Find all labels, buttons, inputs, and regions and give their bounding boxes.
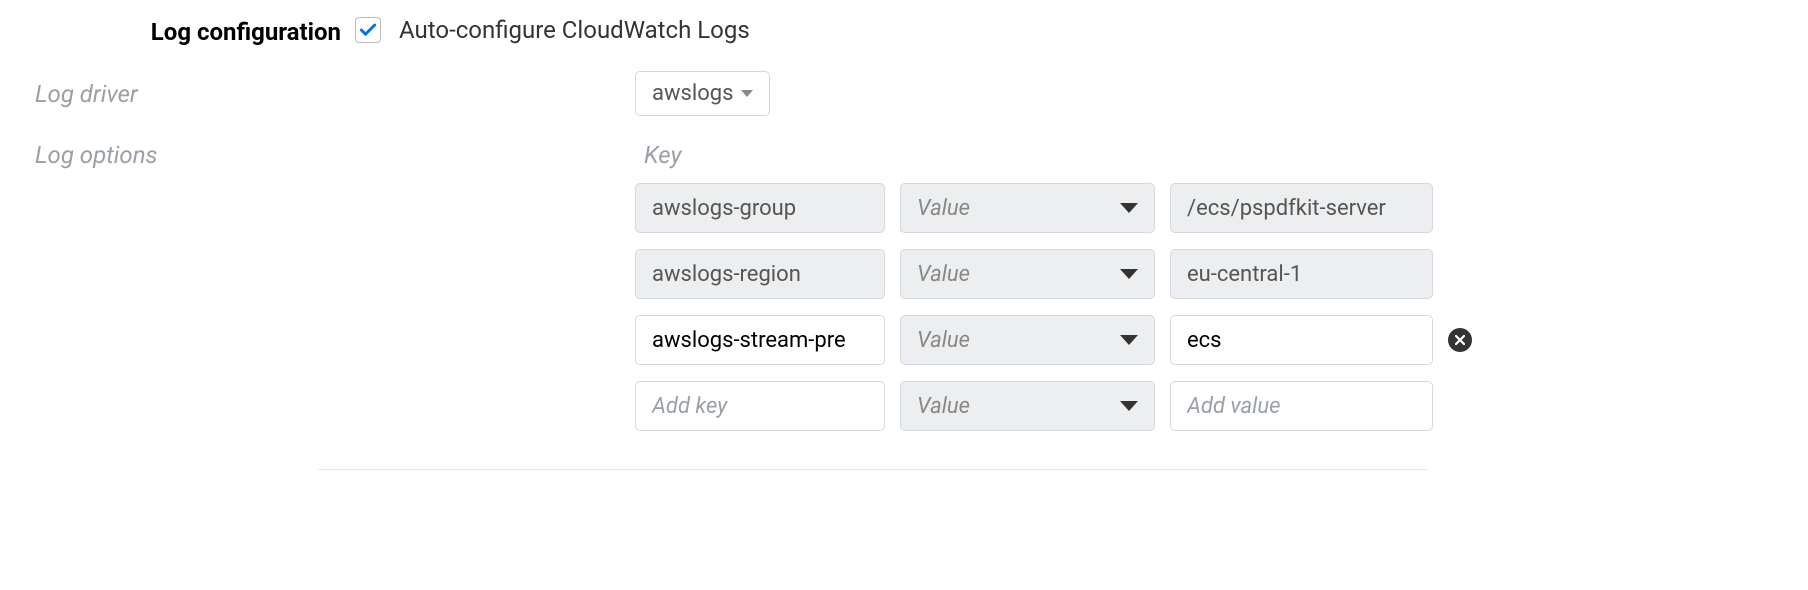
log-options-label: Log options — [35, 141, 158, 169]
caret-down-icon — [1120, 203, 1138, 213]
log-driver-value: awslogs — [652, 81, 733, 106]
check-icon — [358, 20, 378, 40]
option-value-type-select[interactable]: Value — [900, 183, 1155, 233]
value-select-placeholder: Value — [917, 262, 970, 287]
log-driver-select[interactable]: awslogs — [635, 71, 770, 116]
header-row: Log configuration Auto-configure CloudWa… — [0, 16, 1808, 46]
value-select-placeholder: Value — [917, 394, 970, 419]
log-configuration-section: Log configuration Auto-configure CloudWa… — [0, 16, 1808, 470]
caret-down-icon — [1120, 269, 1138, 279]
auto-configure-checkbox[interactable] — [355, 17, 381, 43]
value-select-placeholder: Value — [917, 328, 970, 353]
key-column-header: Key — [635, 141, 682, 169]
add-key-input[interactable] — [652, 394, 868, 419]
option-row: awslogs-region Value eu-central-1 — [635, 249, 1808, 299]
option-value-type-select[interactable]: Value — [900, 315, 1155, 365]
caret-down-icon — [741, 90, 753, 97]
auto-configure-group: Auto-configure CloudWatch Logs — [355, 16, 750, 44]
option-value-type-select[interactable]: Value — [900, 249, 1155, 299]
options-header: Key — [635, 141, 1808, 169]
option-value-input[interactable] — [1187, 328, 1416, 353]
option-key: awslogs-group — [635, 183, 885, 233]
option-value: /ecs/pspdfkit-server — [1170, 183, 1433, 233]
option-key-input[interactable] — [652, 328, 868, 353]
section-divider — [318, 469, 1428, 470]
option-value-type-select[interactable]: Value — [900, 381, 1155, 431]
log-driver-row: Log driver awslogs — [0, 71, 1808, 116]
caret-down-icon — [1120, 335, 1138, 345]
close-icon — [1454, 334, 1466, 346]
add-value-input-wrap — [1170, 381, 1433, 431]
option-row: Value — [635, 315, 1808, 365]
add-value-input[interactable] — [1187, 394, 1416, 419]
caret-down-icon — [1120, 401, 1138, 411]
remove-row-button[interactable] — [1448, 328, 1472, 352]
auto-configure-label: Auto-configure CloudWatch Logs — [399, 16, 750, 44]
option-key-input-wrap — [635, 315, 885, 365]
add-key-input-wrap — [635, 381, 885, 431]
option-value: eu-central-1 — [1170, 249, 1433, 299]
options-grid: awslogs-group Value /ecs/pspdfkit-server… — [635, 183, 1808, 431]
log-driver-label: Log driver — [35, 80, 138, 108]
log-options-row: Log options Key awslogs-group Value /ecs… — [0, 141, 1808, 447]
option-value-input-wrap — [1170, 315, 1433, 365]
option-key: awslogs-region — [635, 249, 885, 299]
option-row: awslogs-group Value /ecs/pspdfkit-server — [635, 183, 1808, 233]
section-title: Log configuration — [0, 16, 355, 46]
value-select-placeholder: Value — [917, 196, 970, 221]
option-row-add: Value — [635, 381, 1808, 431]
